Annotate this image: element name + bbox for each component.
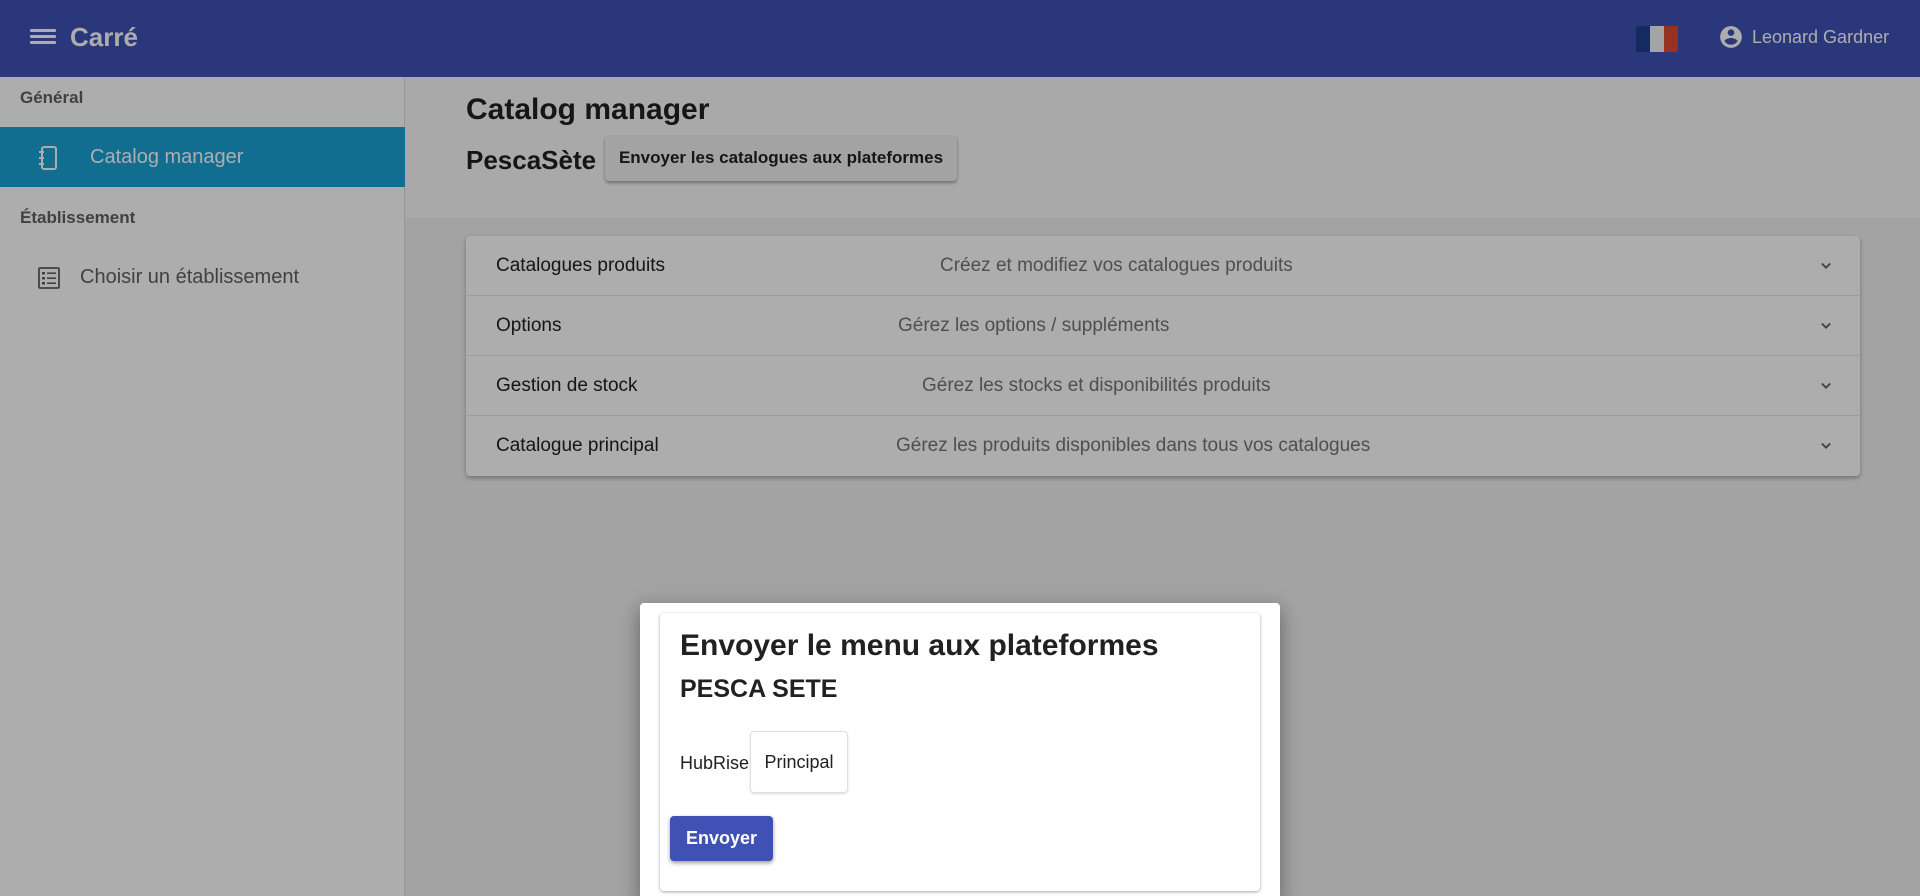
platform-catalog-select[interactable]: Principal <box>750 731 848 793</box>
dialog-subtitle: PESCA SETE <box>680 675 838 703</box>
send-button[interactable]: Envoyer <box>670 816 773 861</box>
platform-label: HubRise <box>680 753 750 773</box>
dialog-title: Envoyer le menu aux plateformes <box>680 629 1159 662</box>
send-menu-dialog: Envoyer le menu aux plateformes PESCA SE… <box>640 603 1280 896</box>
dialog-card: Envoyer le menu aux plateformes PESCA SE… <box>660 613 1260 891</box>
